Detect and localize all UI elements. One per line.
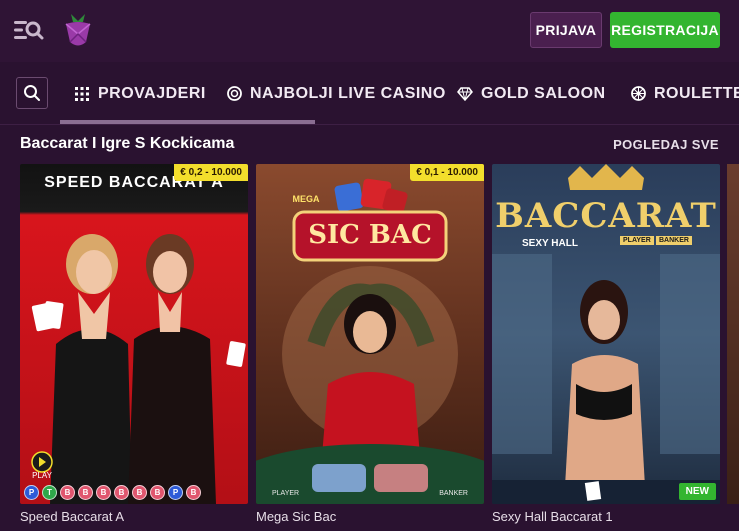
game-card-speed-baccarat-a[interactable]: PLAY SPEED BACCARAT A € 0,2 - 10.000 PTB… xyxy=(20,164,248,504)
tab-gold-saloon[interactable]: GOLD SALOON xyxy=(457,62,606,125)
top-header: PRIJAVA REGISTRACIJA xyxy=(0,0,739,62)
game-name[interactable]: Sexy Hall Baccarat 1 xyxy=(492,509,613,524)
chip-icon xyxy=(226,86,242,102)
price-badge: € 0,2 - 10.000 xyxy=(174,164,248,181)
tab-label: GOLD SALOON xyxy=(481,84,606,102)
search-icon xyxy=(24,85,40,101)
svg-text:PLAY: PLAY xyxy=(32,471,53,480)
game-thumbnail xyxy=(256,164,484,504)
art-title: BACCARAT xyxy=(495,196,717,236)
game-thumbnail: PLAY xyxy=(20,164,248,504)
tab-label: NAJBOLJI LIVE CASINO xyxy=(250,84,446,102)
result-chip: P xyxy=(168,485,183,500)
section-title: Baccarat I Igre S Kockicama xyxy=(20,135,235,152)
login-button[interactable]: PRIJAVA xyxy=(530,12,602,48)
tab-najbolji-live-casino[interactable]: NAJBOLJI LIVE CASINO xyxy=(226,62,446,125)
art-title: SIC BAC xyxy=(308,220,432,250)
menu-search-icon[interactable] xyxy=(14,18,44,42)
art-banker: BANKER xyxy=(656,236,692,245)
tab-label: PROVAJDERI xyxy=(98,84,206,102)
table-label-player: PLAYER xyxy=(272,490,300,497)
tab-roulette[interactable]: ROULETTE xyxy=(630,62,739,125)
grid-icon xyxy=(74,86,90,102)
new-badge: NEW xyxy=(678,483,716,500)
tab-label: ROULETTE xyxy=(654,84,739,102)
register-button[interactable]: REGISTRACIJA xyxy=(610,12,720,48)
art-player: PLAYER xyxy=(620,236,654,245)
game-name[interactable]: Mega Sic Bac xyxy=(256,509,336,524)
game-card-mega-sic-bac[interactable]: MEGA SIC BAC PLAYER BANKER € 0,1 - 10.00… xyxy=(256,164,484,504)
roulette-icon xyxy=(630,86,646,102)
category-nav: PROVAJDERI NAJBOLJI LIVE CASINO GOLD SAL… xyxy=(0,62,739,125)
result-chip: B xyxy=(60,485,75,500)
game-card-sexy-hall-baccarat-1[interactable]: BACCARAT SEXY HALL PLAYER BANKER NEW xyxy=(492,164,720,504)
game-card-next-partial[interactable] xyxy=(727,164,739,504)
game-name[interactable]: Speed Baccarat A xyxy=(20,509,124,524)
result-chip: P xyxy=(24,485,39,500)
diamond-icon xyxy=(457,86,473,102)
price-badge: € 0,1 - 10.000 xyxy=(410,164,484,181)
tab-provajderi[interactable]: PROVAJDERI xyxy=(74,62,206,125)
result-chip: B xyxy=(186,485,201,500)
result-chip: B xyxy=(150,485,165,500)
art-subtitle: MEGA xyxy=(292,194,320,204)
active-tab-indicator xyxy=(60,120,315,124)
result-chip: B xyxy=(96,485,111,500)
art-subtitle: SEXY HALL xyxy=(522,238,578,249)
result-chip: B xyxy=(114,485,129,500)
result-chip: T xyxy=(42,485,57,500)
table-label-banker: BANKER xyxy=(439,490,468,497)
search-button[interactable] xyxy=(16,77,48,109)
result-chip: B xyxy=(132,485,147,500)
raspberry-logo[interactable] xyxy=(62,12,94,50)
result-chip: B xyxy=(78,485,93,500)
result-history: PTBBBBBBPB xyxy=(24,485,201,500)
see-all-link[interactable]: POGLEDAJ SVE xyxy=(613,137,719,152)
